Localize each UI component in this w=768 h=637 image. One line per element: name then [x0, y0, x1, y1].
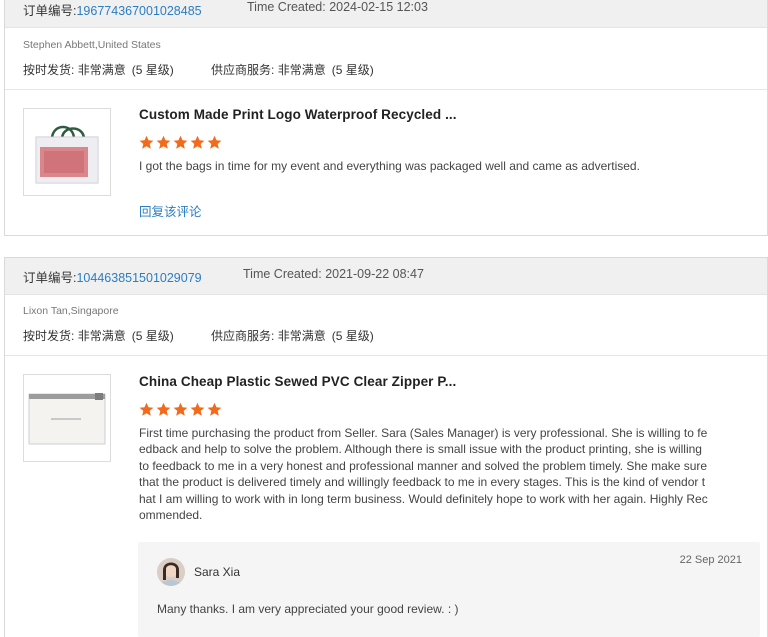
order-number-link[interactable]: 196774367001028485: [76, 4, 201, 18]
product-title[interactable]: Custom Made Print Logo Waterproof Recycl…: [139, 107, 457, 122]
zipper-pouch-thumbnail: [28, 393, 106, 445]
review-text: First time purchasing the product from S…: [139, 425, 729, 523]
seller-reply: Sara Xia 22 Sep 2021 Many thanks. I am v…: [138, 542, 760, 637]
review-line: ommended.: [139, 508, 203, 523]
star-icon: [173, 135, 188, 149]
review-line: First time purchasing the product from S…: [139, 426, 708, 440]
product-title[interactable]: China Cheap Plastic Sewed PVC Clear Zipp…: [139, 374, 456, 389]
order-header: 订单编号:196774367001028485 Time Created: 20…: [5, 0, 767, 28]
time-created: Time Created: 2024-02-15 12:03: [247, 0, 428, 14]
star-icon: [156, 135, 171, 149]
review-line: edback and help to solve the problem. Al…: [139, 442, 702, 457]
order-number-label: 订单编号:196774367001028485: [23, 4, 202, 18]
star-icon: [139, 402, 154, 416]
ratings-row: 按时发货: 非常满意 (5 星级) 供应商服务: 非常满意 (5 星级): [23, 61, 374, 78]
tote-bag-thumbnail: [35, 125, 99, 184]
order-card: 订单编号:104463851501029079 Time Created: 20…: [4, 257, 768, 637]
buyer-info: Lixon Tan,Singapore: [23, 305, 119, 317]
product-thumbnail[interactable]: [23, 374, 111, 462]
star-icon: [139, 135, 154, 149]
supplier-rating: 供应商服务: 非常满意 (5 星级): [211, 329, 374, 343]
user-avatar-icon: [157, 558, 185, 586]
star-icon: [207, 402, 222, 416]
review-text: I got the bags in time for my event and …: [139, 159, 640, 173]
reply-date: 22 Sep 2021: [679, 554, 742, 566]
star-rating: [139, 135, 222, 150]
review-line: hat I am willing to work with in long te…: [139, 491, 708, 506]
star-icon: [173, 402, 188, 416]
divider: [5, 355, 767, 356]
star-rating: [139, 402, 222, 417]
buyer-info: Stephen Abbett,United States: [23, 39, 161, 51]
on-time-rating: 按时发货: 非常满意 (5 星级): [23, 329, 174, 343]
product-thumbnail[interactable]: [23, 108, 111, 196]
avatar: [157, 558, 185, 586]
time-created: Time Created: 2021-09-22 08:47: [243, 267, 424, 281]
star-icon: [207, 135, 222, 149]
order-card: 订单编号:196774367001028485 Time Created: 20…: [4, 0, 768, 236]
star-icon: [190, 135, 205, 149]
order-number-label: 订单编号:104463851501029079: [23, 271, 202, 285]
star-icon: [156, 402, 171, 416]
ratings-row: 按时发货: 非常满意 (5 星级) 供应商服务: 非常满意 (5 星级): [23, 327, 374, 344]
review-line: that the product is delivered timely and…: [139, 475, 706, 490]
reply-review-link[interactable]: 回复该评论: [139, 201, 202, 220]
on-time-rating: 按时发货: 非常满意 (5 星级): [23, 63, 174, 77]
star-icon: [190, 402, 205, 416]
divider: [5, 89, 767, 90]
review-line: to feedback to me in a very honest and p…: [139, 458, 708, 473]
reply-text: Many thanks. I am very appreciated your …: [157, 602, 459, 616]
reply-author: Sara Xia: [194, 565, 241, 579]
order-number-link[interactable]: 104463851501029079: [76, 271, 201, 285]
order-header: 订单编号:104463851501029079 Time Created: 20…: [5, 258, 767, 295]
supplier-rating: 供应商服务: 非常满意 (5 星级): [211, 63, 374, 77]
